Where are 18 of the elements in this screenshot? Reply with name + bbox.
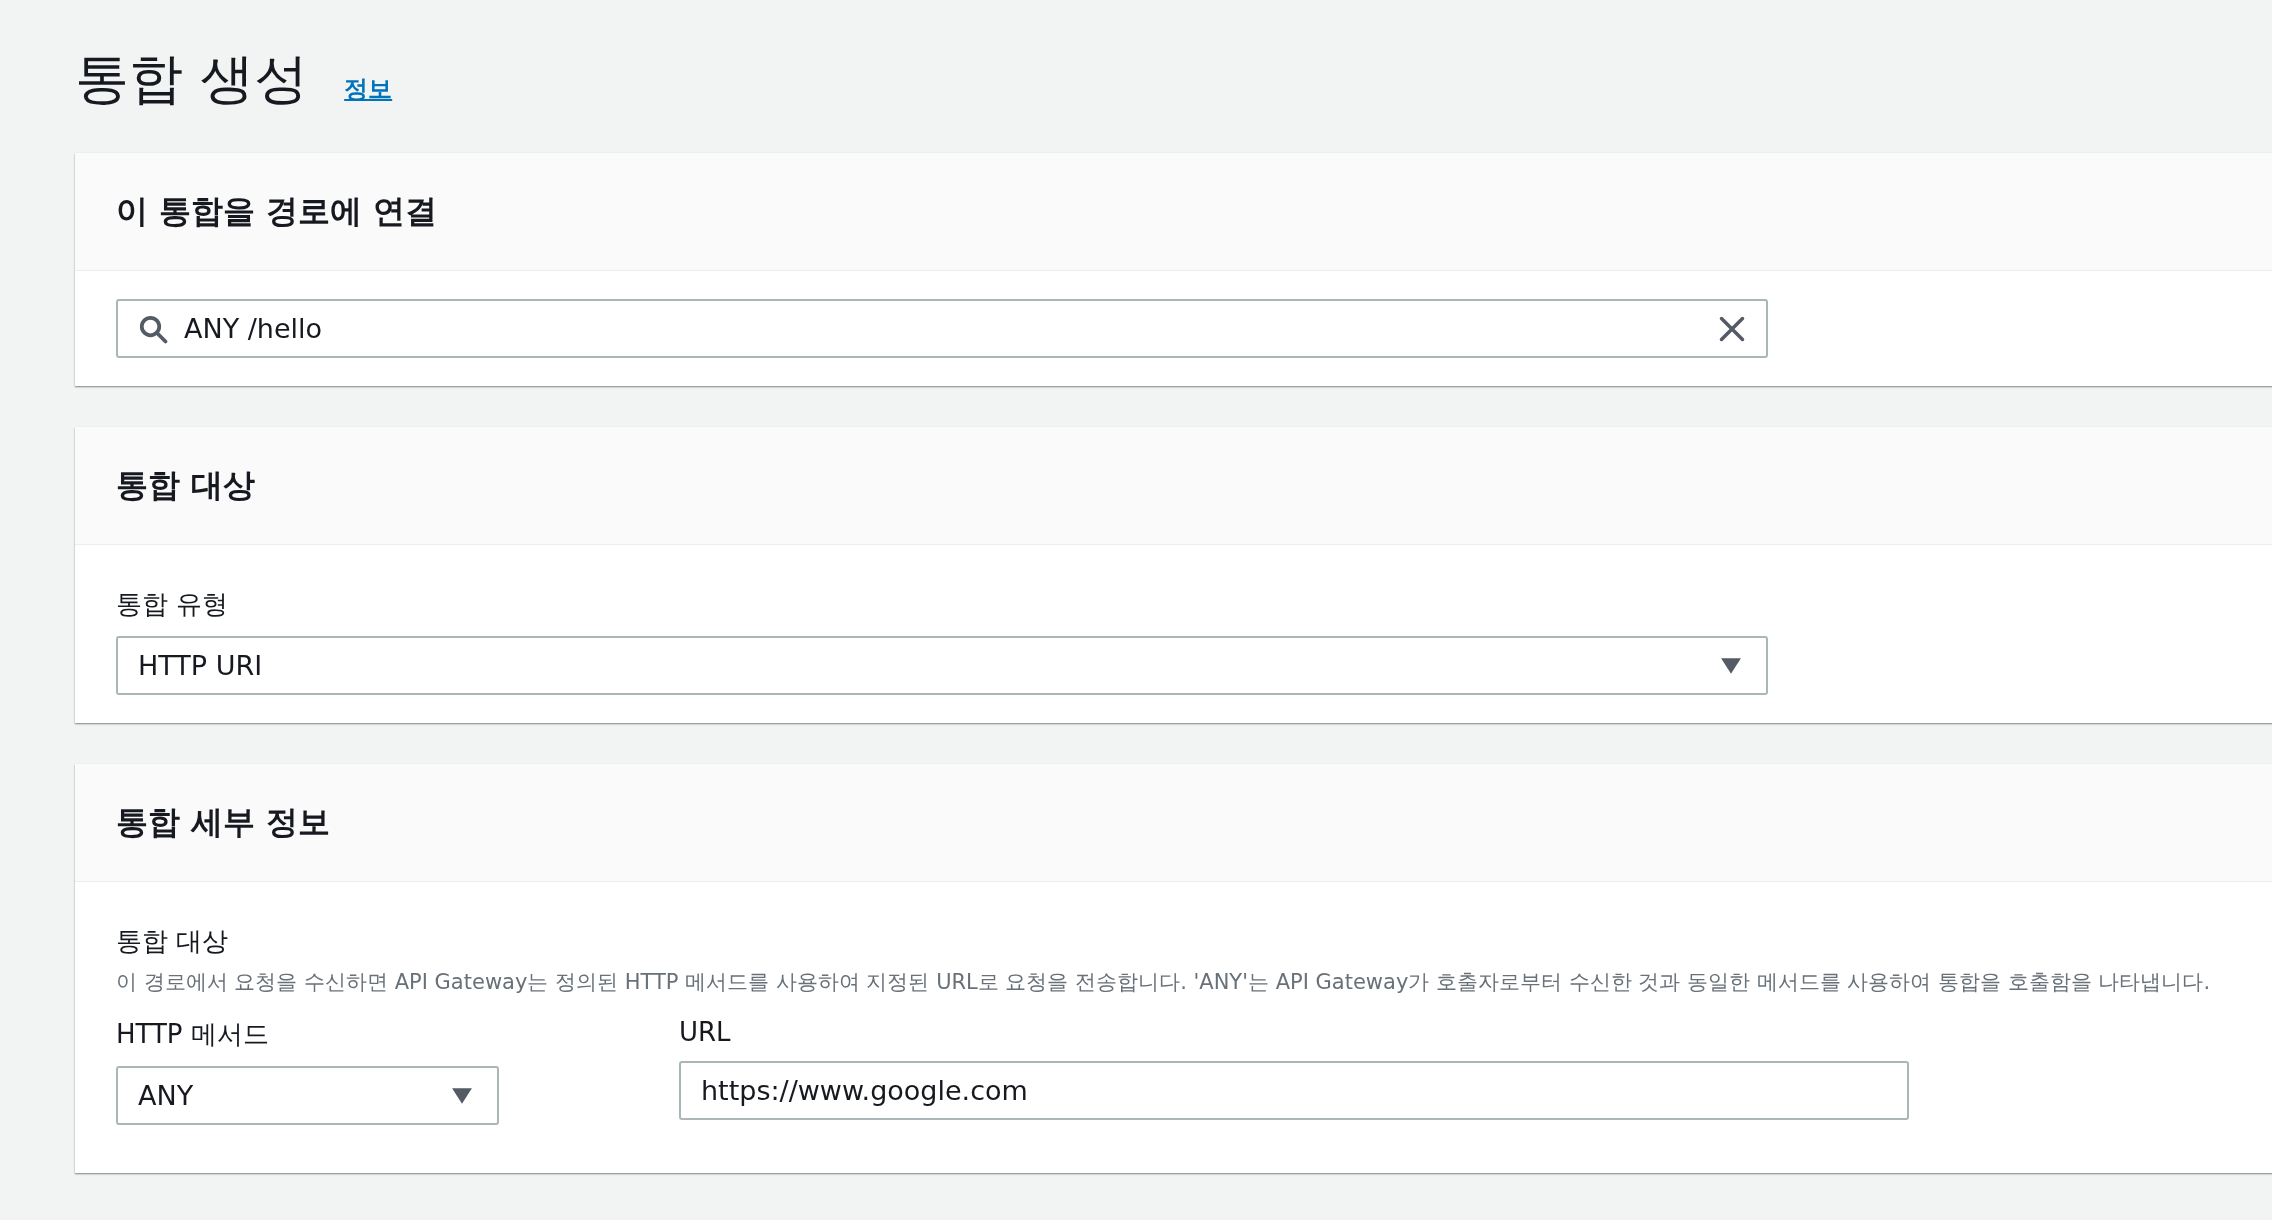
integration-type-dropdown[interactable]: HTTP URI: [116, 636, 1768, 695]
section-title: 통합 대상: [116, 464, 256, 506]
field-label: 통합 유형: [116, 588, 230, 621]
close-icon[interactable]: [1718, 314, 1746, 343]
page-title: 통합 생성: [75, 46, 309, 112]
field-description: 이 경로에서 요청을 수신하면 API Gateway는 정의된 HTTP 메서드를 사용하여 지정된 URL로 요청을 전송합니다. 'ANY'는 API Gateway가 호출자로부터 수신한 것과 동일한 메서드를 사용하여 통합을 호출함을 나타냅니다.: [116, 969, 2212, 996]
search-field[interactable]: ANY /hello: [116, 299, 1768, 358]
search-icon: [138, 313, 168, 344]
method-dropdown[interactable]: ANY: [116, 1066, 499, 1125]
caret-down-icon: [1720, 656, 1742, 675]
field-label: URL: [679, 1017, 732, 1047]
info-link[interactable]: 정보: [344, 73, 393, 105]
caret-down-icon: [451, 1086, 473, 1105]
section-title: 통합 세부 정보: [116, 801, 331, 843]
section-title: 이 통합을 경로에 연결: [116, 190, 438, 232]
url-input[interactable]: https://www.google.com: [679, 1061, 1909, 1120]
field-label: HTTP 메서드: [116, 1018, 270, 1051]
field-label: 통합 대상: [116, 925, 230, 958]
